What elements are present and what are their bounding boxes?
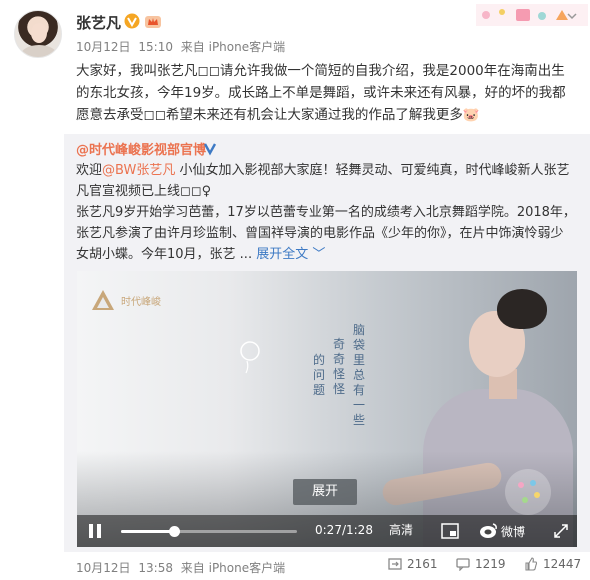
video-expand-button[interactable]: 展开	[293, 479, 357, 505]
video-player[interactable]: 时代峰峻 脑袋里总有一些 奇奇怪怪 的问题 展开 0:27/1:28 高清 微博	[77, 271, 577, 547]
quality-button[interactable]: 高清	[389, 521, 413, 538]
repost-source: 来自 iPhone客户端	[180, 561, 286, 575]
expand-full-text-link[interactable]: 展开全文	[256, 247, 308, 262]
repost-meta: 10月12日 13:58 来自 iPhone客户端	[76, 559, 289, 576]
repost-author-link[interactable]: @时代峰峻影视部官博	[76, 139, 206, 158]
video-total-time: 1:28	[346, 523, 373, 537]
weibo-brand-text: 微博	[501, 525, 526, 539]
post-time[interactable]: 15:10	[138, 40, 173, 54]
post-text: 大家好，我叫张艺凡◻◻请允许我做一个简短的自我介绍，我是2000年在海南出生的东…	[76, 63, 566, 123]
repost-box: @时代峰峻影视部官博 欢迎@BW张艺凡 小仙女加入影视部大家庭！轻舞灵动、可爱纯…	[64, 134, 590, 552]
vip-crown-icon[interactable]	[144, 12, 162, 30]
avatar-face	[31, 23, 47, 43]
caption-line-3: 的问题	[313, 353, 326, 397]
verified-badge-icon	[124, 13, 140, 29]
studio-logo-icon	[92, 290, 114, 310]
caption-line-1: 脑袋里总有一些	[353, 323, 366, 427]
avatar-shoulder	[21, 45, 57, 57]
repost-icon	[388, 558, 402, 570]
repost-count: 2161	[407, 557, 438, 571]
post-meta: 10月12日 15:10 来自 iPhone客户端	[76, 38, 289, 55]
watermark-icon	[505, 469, 551, 515]
avatar[interactable]	[14, 10, 62, 58]
studio-logo-text: 时代峰峻	[121, 297, 161, 308]
comment-button[interactable]: 1219	[456, 557, 506, 571]
repost-intro: 欢迎@BW张艺凡 小仙女加入影视部大家庭！轻舞灵动、可爱纯真，时代峰峻新人张艺凡…	[76, 160, 576, 202]
post-footer: 10月12日 13:58 来自 iPhone客户端 2161 1219 1244…	[0, 552, 590, 580]
repost-date[interactable]: 10月12日	[76, 561, 131, 575]
video-figure-hair	[497, 289, 547, 329]
repost-intro-prefix: 欢迎	[76, 163, 103, 178]
like-count: 12447	[543, 557, 582, 571]
post-date[interactable]: 10月12日	[76, 40, 131, 54]
repost-text: 欢迎@BW张艺凡 小仙女加入影视部大家庭！轻舞灵动、可爱纯真，时代峰峻新人张艺凡…	[76, 160, 576, 265]
repost-time[interactable]: 13:58	[138, 561, 173, 575]
video-time: 0:27/1:28	[315, 523, 373, 537]
comment-icon	[456, 558, 470, 571]
caption-line-2: 奇奇怪怪	[333, 337, 346, 396]
video-current-time: 0:27	[315, 523, 342, 537]
fullscreen-icon[interactable]	[553, 523, 569, 539]
weibo-logo-icon	[480, 523, 497, 538]
more-chevron-icon[interactable]	[566, 10, 578, 22]
comment-count: 1219	[475, 557, 506, 571]
video-progress-handle[interactable]	[168, 526, 180, 537]
pause-icon[interactable]	[87, 522, 103, 540]
video-progress-fill	[121, 530, 174, 533]
post-source: 来自 iPhone客户端	[180, 40, 286, 54]
chevron-down-icon[interactable]: ﹀	[312, 247, 325, 262]
mention-link[interactable]: @BW张艺凡	[102, 163, 175, 178]
repost-body-text: 张艺凡9岁开始学习芭蕾，17岁以芭蕾专业第一名的成绩考入北京舞蹈学院。2018年…	[76, 205, 576, 262]
video-progress-bar[interactable]	[121, 526, 297, 537]
video-caption: 脑袋里总有一些 奇奇怪怪 的问题	[233, 323, 393, 483]
video-controls: 0:27/1:28 高清 微博	[77, 515, 577, 547]
like-icon	[525, 557, 538, 571]
pip-icon[interactable]	[441, 523, 459, 539]
verified-badge-icon	[203, 143, 217, 156]
repost-body: 张艺凡9岁开始学习芭蕾，17岁以芭蕾专业第一名的成绩考入北京舞蹈学院。2018年…	[76, 202, 576, 265]
like-button[interactable]: 12447	[524, 557, 581, 571]
cloud-doodle-icon	[240, 341, 260, 374]
repost-button[interactable]: 2161	[388, 557, 438, 571]
user-name[interactable]: 张艺凡	[76, 12, 121, 33]
